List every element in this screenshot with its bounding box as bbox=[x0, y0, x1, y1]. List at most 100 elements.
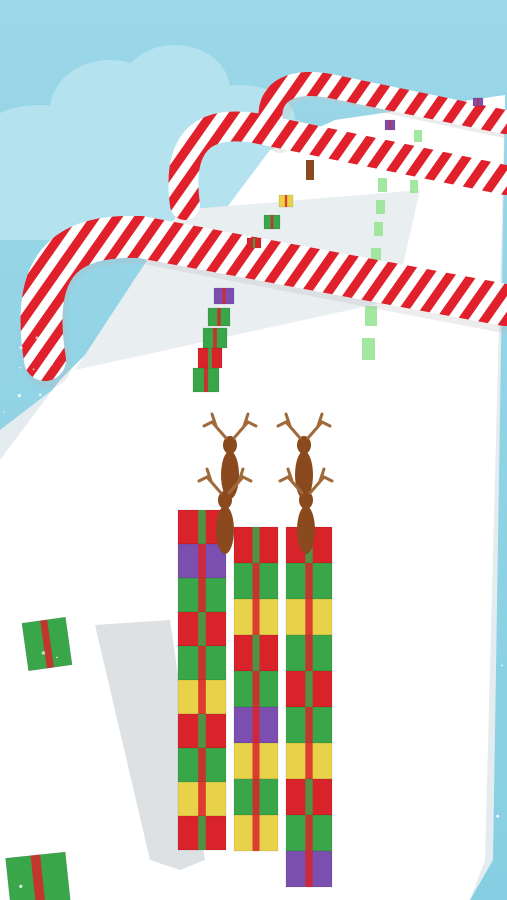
snow-dot bbox=[463, 512, 467, 516]
snow-dot bbox=[1, 546, 5, 549]
snow-dot bbox=[395, 460, 399, 464]
snow-dot bbox=[473, 640, 478, 644]
snow-dot bbox=[6, 525, 11, 529]
gift-box-icon bbox=[207, 307, 231, 327]
snow-dot bbox=[388, 826, 392, 829]
snow-dot bbox=[470, 330, 473, 332]
snow-dot bbox=[436, 562, 439, 565]
snow-dot bbox=[4, 610, 7, 613]
snow-dot bbox=[36, 830, 40, 834]
snow-dot bbox=[438, 440, 442, 443]
gift-box-icon bbox=[177, 713, 227, 749]
gift-box-icon bbox=[213, 287, 235, 305]
gift-box-icon bbox=[233, 598, 279, 636]
snow-dot bbox=[30, 796, 34, 801]
snow-dot bbox=[40, 741, 43, 744]
gift-box-icon bbox=[192, 367, 220, 393]
snow-dot bbox=[16, 558, 20, 561]
snow-dot bbox=[26, 300, 29, 304]
snow-dot bbox=[3, 882, 6, 885]
snow-dot bbox=[445, 615, 449, 618]
gift-box-icon bbox=[233, 634, 279, 672]
snow-dot bbox=[56, 412, 59, 415]
game-world bbox=[0, 0, 507, 900]
snow-dot bbox=[46, 715, 48, 717]
snow-dot bbox=[17, 393, 21, 398]
gift-box-icon bbox=[202, 327, 228, 349]
snow-dot bbox=[433, 719, 436, 722]
gift-box-icon bbox=[233, 742, 279, 780]
snow-dot bbox=[45, 400, 50, 404]
gift-box-icon bbox=[177, 781, 227, 817]
snow-dot bbox=[19, 346, 23, 350]
snow-dot bbox=[12, 476, 16, 480]
snow-dot bbox=[14, 596, 17, 600]
gift-box-icon bbox=[233, 670, 279, 708]
gift-box-icon bbox=[21, 616, 73, 672]
gift-box-icon bbox=[233, 814, 279, 852]
gift-box-icon bbox=[285, 598, 333, 636]
snow-dot bbox=[413, 514, 415, 517]
snow-dot bbox=[35, 336, 39, 340]
gift-tower-column bbox=[285, 526, 333, 888]
gift-box-icon bbox=[177, 577, 227, 613]
gift-box-icon bbox=[285, 814, 333, 852]
snow-dot bbox=[23, 432, 26, 435]
snow-dot bbox=[32, 368, 35, 371]
snow-dot bbox=[480, 857, 483, 860]
snow-dot bbox=[42, 481, 47, 485]
gift-box-icon bbox=[233, 526, 279, 564]
snow-dot bbox=[420, 561, 423, 565]
snow-dot bbox=[53, 705, 56, 708]
snow-dot bbox=[451, 350, 454, 352]
snow-dot bbox=[49, 400, 51, 402]
snow-dot bbox=[385, 576, 388, 579]
snow-dot bbox=[43, 810, 45, 812]
snow-dot bbox=[481, 546, 483, 548]
gift-box-icon bbox=[177, 747, 227, 783]
gift-box-icon bbox=[233, 706, 279, 744]
gift-box-icon bbox=[285, 742, 333, 780]
gift-box-icon bbox=[472, 97, 484, 107]
snow-dot bbox=[31, 488, 33, 490]
gift-box-icon bbox=[285, 670, 333, 708]
snow-dot bbox=[46, 693, 48, 696]
gift-box-icon bbox=[246, 237, 262, 249]
gift-tower-column bbox=[177, 509, 227, 851]
snow-dot bbox=[501, 664, 504, 667]
snow-dot bbox=[46, 836, 49, 839]
snow-dot bbox=[399, 300, 403, 304]
snow-dot bbox=[13, 611, 16, 615]
gift-box-icon bbox=[177, 611, 227, 647]
gift-box-icon bbox=[177, 543, 227, 579]
snow-dot bbox=[450, 373, 454, 376]
snow-dot bbox=[43, 572, 46, 575]
gift-tower-column bbox=[233, 526, 279, 852]
snow-dot bbox=[19, 884, 23, 889]
gift-box-icon bbox=[233, 778, 279, 816]
snow-dot bbox=[496, 814, 500, 818]
snow-dot bbox=[462, 391, 466, 394]
gift-box-icon bbox=[278, 194, 294, 208]
snow-dot bbox=[41, 651, 46, 655]
gift-box-icon bbox=[177, 815, 227, 851]
gift-box-icon bbox=[197, 347, 223, 369]
snow-dot bbox=[458, 447, 460, 450]
snow-dot bbox=[436, 817, 439, 820]
snow-dot bbox=[422, 447, 425, 450]
snow-dot bbox=[390, 510, 392, 513]
snow-dot bbox=[26, 753, 28, 755]
snow-dot bbox=[463, 594, 465, 596]
snow-dot bbox=[52, 712, 57, 717]
game-scene[interactable] bbox=[0, 0, 507, 900]
snow-dot bbox=[1, 466, 5, 469]
snow-dot bbox=[19, 437, 23, 441]
gift-box-icon bbox=[285, 706, 333, 744]
snow-dot bbox=[436, 822, 440, 825]
snow-dot bbox=[42, 501, 46, 505]
gift-box-icon bbox=[285, 562, 333, 600]
reindeer-icon bbox=[306, 160, 314, 180]
gift-box-icon bbox=[5, 851, 71, 900]
snow-dot bbox=[20, 650, 23, 653]
snow-dot bbox=[468, 464, 472, 468]
